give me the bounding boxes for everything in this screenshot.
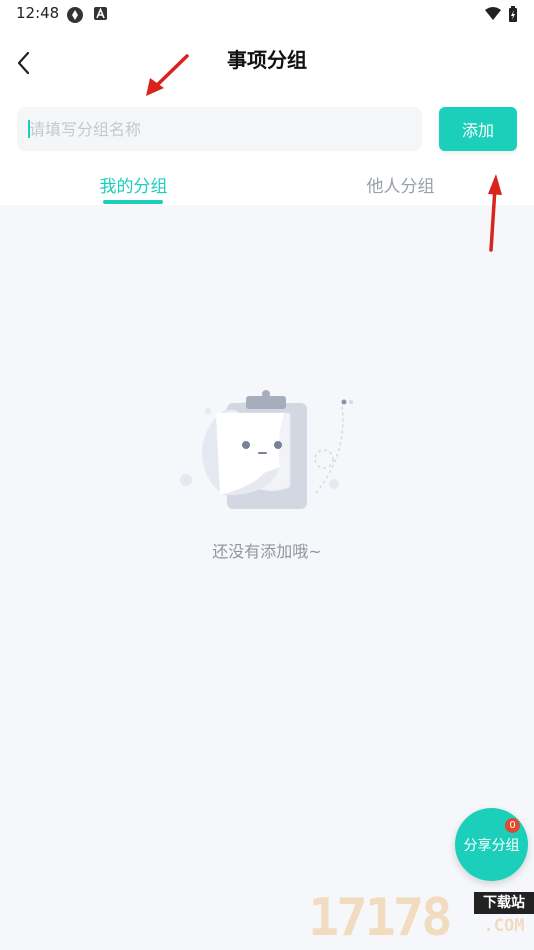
share-count-badge: 0 [505, 818, 520, 833]
add-button[interactable]: 添加 [439, 107, 517, 151]
empty-state-text: 还没有添加哦~ [212, 542, 322, 561]
wifi-icon [485, 7, 501, 20]
status-bar: 12:48 [0, 0, 534, 28]
watermark-logo: 17178 下载站 .COM [308, 886, 534, 950]
annotation-arrow-input [146, 54, 189, 96]
share-group-label: 分享分组 [463, 837, 520, 854]
watermark-site-label: 下载站 [474, 892, 534, 914]
group-name-field[interactable] [17, 107, 422, 151]
group-name-input[interactable] [17, 107, 422, 151]
sync-icon [67, 7, 83, 23]
empty-clipboard-illustration [180, 390, 353, 509]
app-a-icon [94, 7, 107, 20]
active-tab-indicator [103, 200, 163, 204]
text-caret [28, 120, 30, 138]
page-title: 事项分组 [227, 48, 307, 72]
status-time: 12:48 [16, 4, 60, 22]
watermark-domain: .COM [483, 916, 525, 936]
annotation-arrow-add [488, 174, 502, 252]
tab-my-groups[interactable]: 我的分组 [0, 172, 267, 197]
watermark-number: 17178 [308, 888, 453, 948]
battery-icon [509, 6, 517, 22]
